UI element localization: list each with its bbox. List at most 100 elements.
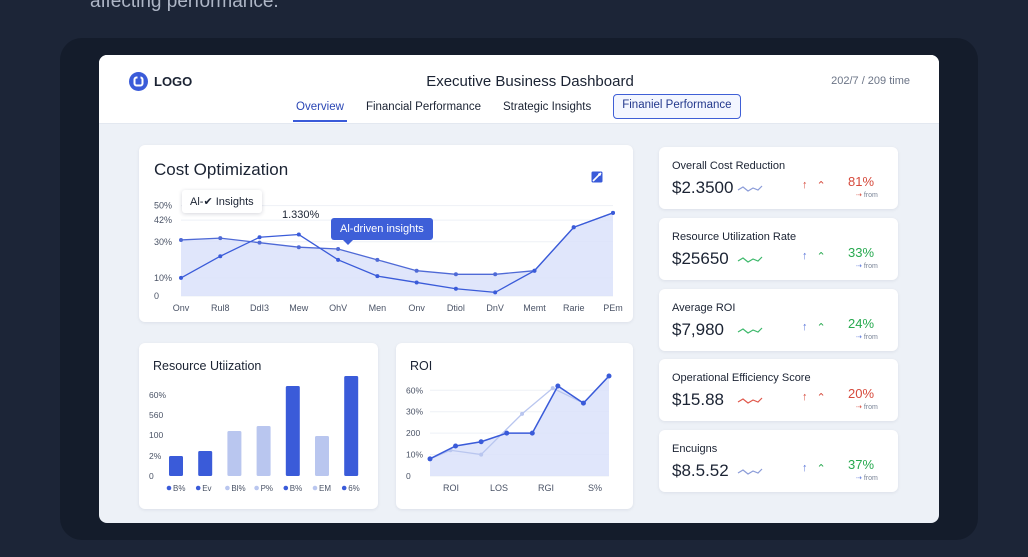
chevron-up-icon: ⌃ bbox=[816, 322, 826, 334]
y-tick-label: 30% bbox=[406, 407, 423, 417]
kpi-sub-text: from bbox=[863, 334, 878, 341]
x-tick-label: S% bbox=[588, 483, 602, 493]
x-tick-label: Men bbox=[369, 303, 387, 313]
line-series-point bbox=[336, 257, 341, 262]
change-icon: ⇢ bbox=[856, 192, 864, 199]
bar bbox=[315, 436, 329, 476]
y-tick-label: 10% bbox=[154, 273, 172, 283]
roi-main-point bbox=[478, 439, 484, 445]
x-tick-label: Bl% bbox=[231, 484, 245, 493]
kpi-value: $25650 bbox=[672, 249, 729, 268]
kpi-card[interactable]: Overall Cost Reduction $2.3500 ↑ ⌃ 81% ⇢ from bbox=[659, 147, 898, 209]
chevron-up-icon: ⌃ bbox=[816, 180, 826, 192]
bar bbox=[227, 431, 242, 476]
kpi-value: $2.3500 bbox=[672, 178, 734, 197]
area-series-point bbox=[453, 272, 458, 277]
arrow-up-icon: ↑ bbox=[802, 462, 808, 474]
kpi-card[interactable]: Encuigns $8.5.52 ↑ ⌃ 37% ⇢ from bbox=[659, 430, 898, 492]
change-icon: ⇢ bbox=[856, 263, 864, 270]
dashboard-window: LOGO Executive Business Dashboard 202/7 … bbox=[99, 55, 939, 523]
area-series-point bbox=[414, 268, 419, 273]
legend-dot bbox=[254, 485, 259, 491]
chevron-up-icon: ⌃ bbox=[816, 251, 826, 263]
kpi-sparkline bbox=[737, 327, 763, 334]
kpi-sparkline bbox=[737, 397, 763, 404]
kpi-sub: ⇢ from bbox=[856, 191, 878, 199]
line-series-point bbox=[375, 274, 380, 279]
change-icon: ⇢ bbox=[856, 475, 864, 482]
roi-main-point bbox=[504, 430, 510, 436]
kpi-percent: 81% bbox=[848, 174, 875, 189]
roi-chart: 0 10% 200 30% 60% ROI LOS RGI S% bbox=[406, 373, 612, 493]
line-series-point bbox=[296, 232, 301, 237]
arrow-up-icon: ↑ bbox=[802, 321, 808, 333]
x-tick-label: LOS bbox=[490, 483, 508, 493]
x-tick-label: Onv bbox=[173, 303, 190, 313]
change-icon: ⇢ bbox=[856, 334, 864, 341]
x-tick-label: P% bbox=[261, 484, 273, 493]
tab-strategic-insights[interactable]: Strategic Insights bbox=[503, 94, 591, 122]
x-tick-label: Rarie bbox=[563, 303, 585, 313]
y-tick-label: 60% bbox=[406, 385, 423, 395]
kpi-card[interactable]: Average ROI $7,980 ↑ ⌃ 24% ⇢ from bbox=[659, 289, 898, 351]
legend-dot bbox=[166, 485, 172, 491]
kpi-sparkline bbox=[737, 185, 763, 192]
area-series-point bbox=[218, 236, 223, 241]
roi-light-point bbox=[479, 452, 484, 457]
area-series-point bbox=[336, 247, 341, 251]
kpi-trend-arrows: ↑ ⌃ bbox=[802, 391, 826, 404]
area-series-point bbox=[179, 237, 183, 242]
resource-utilization-chart: 0 2% 100 560 60% B% Ev Bl% P% B% EM 6% bbox=[149, 376, 360, 493]
x-tick-label: ROI bbox=[443, 483, 459, 493]
y-tick-label: 42% bbox=[154, 215, 172, 225]
kpi-label: Operational Efficiency Score bbox=[672, 372, 811, 384]
page-title: Executive Business Dashboard bbox=[426, 73, 634, 90]
bar bbox=[198, 451, 213, 476]
y-tick-label: 560 bbox=[149, 410, 163, 420]
y-tick-label: 0 bbox=[154, 291, 159, 301]
kpi-percent: 24% bbox=[848, 316, 875, 331]
dashboard-header: LOGO Executive Business Dashboard 202/7 … bbox=[99, 55, 939, 124]
line-series-point bbox=[532, 268, 537, 273]
x-tick-label: 6% bbox=[348, 484, 360, 493]
y-tick-label: 50% bbox=[154, 201, 172, 211]
x-tick-label: Onv bbox=[408, 303, 425, 313]
kpi-sub: ⇢ from bbox=[856, 403, 878, 411]
x-tick-label: Mew bbox=[289, 303, 309, 313]
x-tick-label: DdI3 bbox=[250, 303, 269, 313]
value-tooltip: 1.330% bbox=[282, 209, 320, 221]
arrow-up-icon: ↑ bbox=[802, 391, 808, 403]
area-series-point bbox=[493, 272, 498, 277]
roi-main-point bbox=[529, 430, 535, 436]
kpi-sub-text: from bbox=[863, 475, 878, 482]
kpi-card[interactable]: Operational Efficiency Score $15.88 ↑ ⌃ 20% ⇢… bbox=[659, 359, 898, 421]
y-tick-label: 200 bbox=[406, 428, 420, 438]
legend-dot bbox=[195, 485, 201, 491]
area-series-point bbox=[257, 240, 262, 245]
kpi-trend-arrows: ↑ ⌃ bbox=[802, 179, 826, 192]
line-series-point bbox=[257, 235, 262, 240]
nav-tabs: Overview Financial Performance Strategic… bbox=[293, 94, 763, 122]
legend-dot bbox=[225, 485, 230, 491]
line-series-point bbox=[218, 254, 223, 259]
line-series-point bbox=[611, 210, 615, 215]
kpi-value: $8.5.52 bbox=[672, 461, 729, 480]
tab-overview[interactable]: Overview bbox=[293, 94, 347, 122]
bar bbox=[169, 456, 183, 476]
kpi-sub: ⇢ from bbox=[856, 262, 878, 270]
tab-finaniel-performance[interactable]: Finaniel Performance bbox=[613, 94, 741, 119]
x-tick-label: Rul8 bbox=[211, 303, 230, 313]
roi-card: ROI 0 10% 200 30% 60% ROI LOS RGI S% bbox=[396, 343, 633, 509]
roi-light-point bbox=[520, 411, 525, 416]
x-tick-label: PEm bbox=[603, 303, 623, 313]
y-tick-label: 10% bbox=[406, 450, 423, 460]
ai-driven-insights-tooltip: Al-driven insights bbox=[331, 218, 433, 245]
roi-main-point bbox=[453, 443, 459, 449]
kpi-label: Resource Utilization Rate bbox=[672, 231, 797, 243]
chevron-up-icon: ⌃ bbox=[816, 463, 826, 475]
kpi-card[interactable]: Resource Utilization Rate $25650 ↑ ⌃ 33% ⇢ fr… bbox=[659, 218, 898, 280]
line-series-point bbox=[179, 275, 183, 280]
kpi-trend-arrows: ↑ ⌃ bbox=[802, 321, 826, 334]
x-tick-label: B% bbox=[290, 484, 302, 493]
tab-financial-performance[interactable]: Financial Performance bbox=[366, 94, 481, 122]
